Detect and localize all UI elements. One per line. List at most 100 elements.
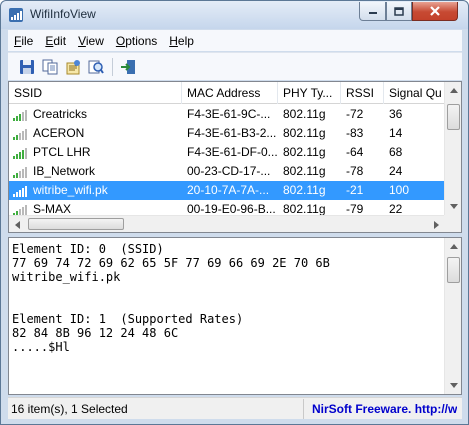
cell-mac: F4-3E-61-B3-2...: [187, 126, 277, 140]
cell-ssid: Creatricks: [9, 105, 182, 124]
menu-view[interactable]: View: [72, 34, 110, 48]
menu-edit[interactable]: Edit: [39, 34, 72, 48]
networks-list[interactable]: SSID MAC Address PHY Ty... RSSI Signal Q…: [8, 81, 462, 233]
cell-ssid: PTCL LHR: [9, 143, 182, 162]
details-scroll-down-arrow[interactable]: [445, 377, 461, 394]
menu-edit-label: dit: [53, 33, 67, 48]
vertical-scroll-thumb[interactable]: [447, 104, 460, 130]
cell-mac: F4-3E-61-9C-...: [187, 107, 271, 121]
menu-file-label: ile: [21, 33, 34, 48]
menu-help-label: elp: [177, 33, 194, 48]
copy-button[interactable]: [39, 56, 61, 78]
title-bar[interactable]: WifiInfoView: [1, 1, 468, 29]
cell-ssid: ACERON: [9, 124, 182, 143]
status-item-count: 16 item(s), 1 Selected: [8, 398, 304, 419]
toolbar-separator: [112, 57, 113, 76]
wifi-app-icon: [9, 8, 23, 22]
properties-button[interactable]: [62, 56, 84, 78]
cell-signal-quality: 36: [389, 107, 403, 121]
cell-rssi: -64: [346, 145, 364, 159]
minimize-icon: [368, 12, 377, 14]
horizontal-scroll-thumb[interactable]: [28, 218, 124, 230]
column-header-signal[interactable]: Signal Qu: [384, 82, 445, 104]
signal-strength-icon: [13, 128, 27, 140]
details-line: 82 84 8B 96 12 24 48 6C: [12, 326, 179, 340]
column-header-mac[interactable]: MAC Address: [182, 82, 278, 104]
table-row[interactable]: ACERON F4-3E-61-B3-2... 802.11g -83 14: [9, 124, 445, 143]
ssid-text: witribe_wifi.pk: [33, 183, 108, 197]
menu-options[interactable]: Options: [110, 34, 163, 48]
details-pane[interactable]: Element ID: 0 (SSID) 77 69 74 72 69 62 65…: [8, 237, 462, 395]
list-header: SSID MAC Address PHY Ty... RSSI Signal Q…: [9, 82, 445, 104]
cell-mac: 00-23-CD-17-...: [187, 164, 271, 178]
cell-ssid: witribe_wifi.pk: [9, 181, 182, 200]
signal-strength-icon: [13, 204, 27, 216]
scroll-down-arrow[interactable]: [445, 198, 461, 215]
details-line: .....$Hl: [12, 340, 70, 354]
cell-rssi: -72: [346, 107, 364, 121]
menu-help[interactable]: Help: [163, 34, 200, 48]
details-line: [12, 284, 442, 298]
list-vertical-scrollbar[interactable]: [444, 82, 461, 215]
maximize-button[interactable]: [386, 2, 412, 21]
details-vertical-scrollbar[interactable]: [444, 238, 461, 394]
signal-strength-icon: [13, 185, 27, 197]
menu-options-label: ptions: [125, 33, 158, 48]
table-row[interactable]: IB_Network 00-23-CD-17-... 802.11g -78 24: [9, 162, 445, 181]
minimize-button[interactable]: [359, 2, 386, 21]
status-bar: 16 item(s), 1 Selected NirSoft Freeware.…: [8, 397, 462, 419]
scroll-right-arrow[interactable]: [428, 216, 445, 232]
close-button[interactable]: [412, 2, 458, 21]
chevron-right-icon: [434, 220, 439, 229]
cell-signal-quality: 24: [389, 164, 403, 178]
ssid-text: Creatricks: [33, 107, 88, 121]
toolbar: [8, 52, 462, 80]
menu-file[interactable]: File: [8, 34, 39, 48]
details-scroll-up-arrow[interactable]: [445, 238, 461, 255]
details-line: [12, 298, 442, 312]
menu-view-label: iew: [85, 33, 104, 48]
chevron-up-icon: [449, 88, 458, 93]
chevron-down-icon: [449, 204, 458, 209]
details-scroll-thumb[interactable]: [447, 257, 460, 283]
scroll-left-arrow[interactable]: [9, 216, 26, 232]
chevron-up-icon: [449, 244, 458, 249]
ssid-text: IB_Network: [33, 164, 96, 178]
exit-icon: [121, 59, 135, 74]
nirsoft-link[interactable]: NirSoft Freeware. http://w: [304, 399, 457, 419]
list-rows: Creatricks F4-3E-61-9C-... 802.11g -72 36 ACE…: [9, 105, 445, 219]
exit-button[interactable]: [117, 56, 139, 78]
scroll-up-arrow[interactable]: [445, 82, 461, 99]
close-icon: [430, 6, 440, 16]
signal-strength-icon: [13, 166, 27, 178]
column-header-rssi[interactable]: RSSI: [341, 82, 384, 104]
cell-phy-type: 802.11g: [283, 126, 326, 140]
column-header-phy[interactable]: PHY Ty...: [278, 82, 341, 104]
app-window: WifiInfoView File Edit View Options Help: [0, 0, 469, 425]
table-row[interactable]: Creatricks F4-3E-61-9C-... 802.11g -72 36: [9, 105, 445, 124]
column-header-ssid[interactable]: SSID: [9, 82, 182, 104]
maximize-icon: [394, 6, 404, 16]
cell-phy-type: 802.11g: [283, 145, 326, 159]
signal-strength-icon: [13, 109, 27, 121]
cell-ssid: IB_Network: [9, 162, 182, 181]
menu-help-accel: H: [169, 33, 178, 48]
window-title: WifiInfoView: [30, 7, 96, 21]
chevron-left-icon: [15, 220, 20, 229]
save-button[interactable]: [16, 56, 38, 78]
cell-mac: F4-3E-61-DF-0...: [187, 145, 278, 159]
cell-phy-type: 802.11g: [283, 164, 326, 178]
table-row[interactable]: witribe_wifi.pk 20-10-7A-7A-... 802.11g -21…: [9, 181, 445, 200]
save-icon: [20, 59, 34, 74]
find-button[interactable]: [85, 56, 107, 78]
cell-phy-type: 802.11g: [283, 183, 326, 197]
ssid-text: PTCL LHR: [33, 145, 91, 159]
list-horizontal-scrollbar[interactable]: [9, 215, 445, 232]
table-row[interactable]: PTCL LHR F4-3E-61-DF-0... 802.11g -64 68: [9, 143, 445, 162]
menu-view-accel: V: [78, 33, 86, 48]
details-line: 77 69 74 72 69 62 65 5F 77 69 66 69 2E 7…: [12, 256, 330, 270]
cell-signal-quality: 14: [389, 126, 403, 140]
details-line: Element ID: 0 (SSID): [12, 242, 164, 256]
ssid-text: ACERON: [33, 126, 85, 140]
cell-rssi: -83: [346, 126, 364, 140]
